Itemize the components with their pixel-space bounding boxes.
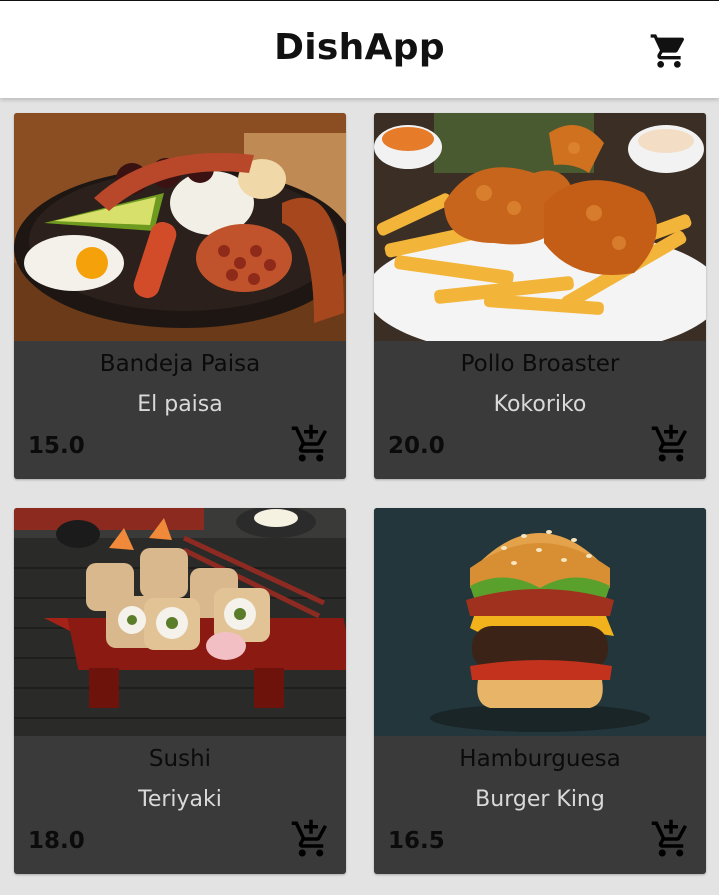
dish-card-sushi[interactable]: Sushi Teriyaki 18.0 xyxy=(14,508,346,874)
dish-image-pollo-broaster xyxy=(374,113,706,341)
dish-name: Pollo Broaster xyxy=(460,351,620,377)
dish-card-pollo-broaster[interactable]: Pollo Broaster Kokoriko 20.0 xyxy=(374,113,706,479)
app-title: DishApp xyxy=(274,27,445,68)
dish-restaurant: Teriyaki xyxy=(138,787,222,812)
add-to-cart-icon xyxy=(291,819,328,857)
dish-price: 20.0 xyxy=(388,433,445,459)
dish-name: Hamburguesa xyxy=(459,746,621,772)
dish-name: Bandeja Paisa xyxy=(99,351,261,377)
add-to-cart-button[interactable] xyxy=(650,818,692,860)
dish-price: 16.5 xyxy=(388,828,445,854)
dish-card-bandeja-paisa[interactable]: Bandeja Paisa El paisa 15.0 xyxy=(14,113,346,479)
add-to-cart-button[interactable] xyxy=(290,423,332,465)
dish-image-hamburguesa xyxy=(374,508,706,736)
dish-image-bandeja-paisa xyxy=(14,113,346,341)
dish-restaurant: Kokoriko xyxy=(493,392,587,417)
dish-image-sushi xyxy=(14,508,346,736)
app-bar: DishApp xyxy=(0,0,719,98)
dish-name: Sushi xyxy=(148,746,212,772)
add-to-cart-button[interactable] xyxy=(290,818,332,860)
add-to-cart-icon xyxy=(651,424,688,462)
add-to-cart-icon xyxy=(651,819,688,857)
cart-icon xyxy=(650,34,685,68)
dish-restaurant: El paisa xyxy=(137,392,223,417)
cart-button[interactable] xyxy=(648,31,690,71)
dish-restaurant: Burger King xyxy=(475,787,605,812)
dish-price: 15.0 xyxy=(28,433,85,459)
dish-price: 18.0 xyxy=(28,828,85,854)
add-to-cart-button[interactable] xyxy=(650,423,692,465)
dish-card-hamburguesa[interactable]: Hamburguesa Burger King 16.5 xyxy=(374,508,706,874)
add-to-cart-icon xyxy=(291,424,328,462)
